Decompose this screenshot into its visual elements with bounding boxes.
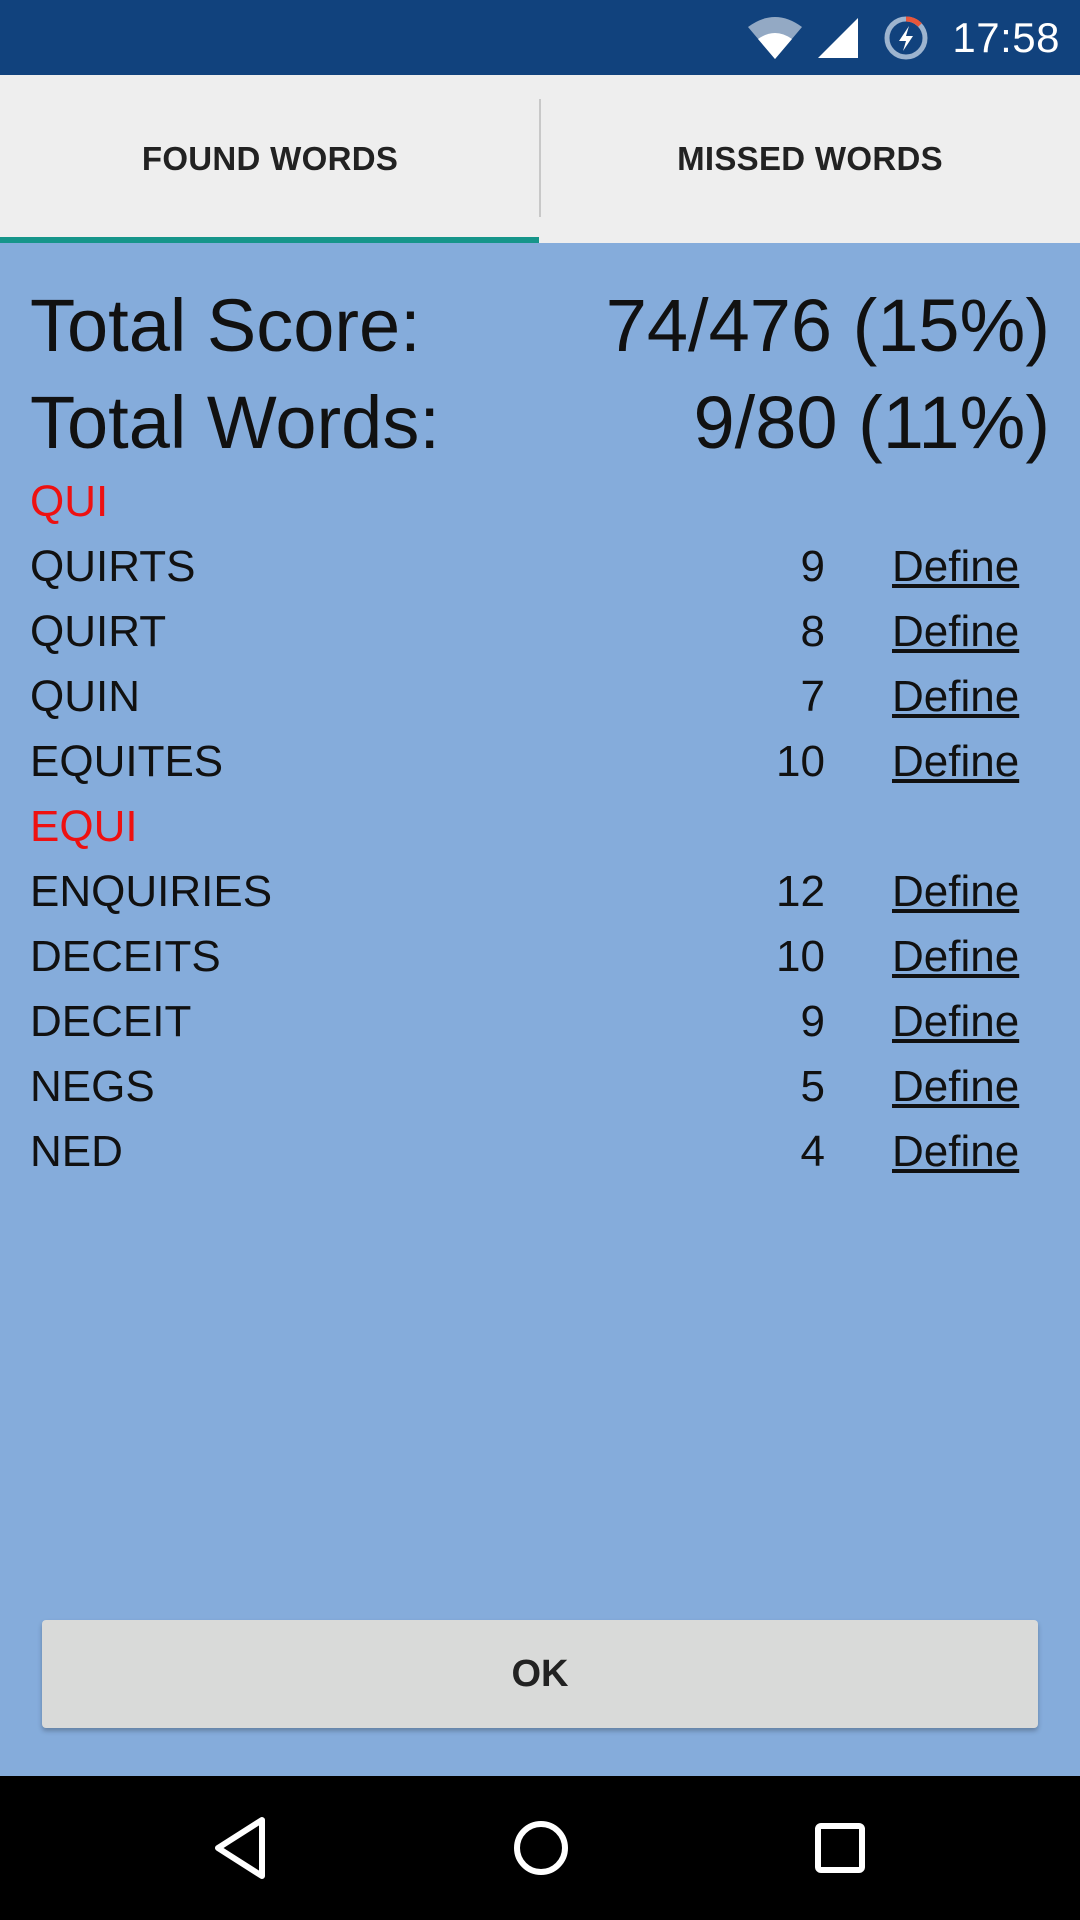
wifi-icon <box>746 15 804 61</box>
tab-bar: FOUND WORDS MISSED WORDS <box>0 75 1080 243</box>
tab-missed-words[interactable]: MISSED WORDS <box>540 75 1080 243</box>
list-item: ENQUIRIES 12 Define <box>30 859 1030 924</box>
word-text: QUIN <box>30 672 140 721</box>
list-item: EQUITES 10 Define <box>30 729 1030 794</box>
define-link[interactable]: Define <box>892 859 1019 924</box>
word-score: 9 <box>800 997 825 1046</box>
tab-label: MISSED WORDS <box>677 140 943 177</box>
cell-signal-icon <box>816 16 860 60</box>
list-item: DECEITS 10 Define <box>30 924 1030 989</box>
define-link[interactable]: Define <box>892 924 1019 989</box>
list-item: QUIRTS 9 Define <box>30 534 1030 599</box>
battery-saver-icon <box>882 14 930 62</box>
define-link[interactable]: Define <box>892 664 1019 729</box>
list-item: NEGS 5 Define <box>30 1054 1030 1119</box>
word-text: DECEITS <box>30 932 221 981</box>
word-text: NED <box>30 1127 123 1176</box>
group-heading: EQUI <box>30 802 138 851</box>
tab-label: FOUND WORDS <box>141 140 399 177</box>
word-score: 12 <box>776 867 825 916</box>
word-text: ENQUIRIES <box>30 867 273 916</box>
word-score: 7 <box>800 672 825 721</box>
status-icons: 17:58 <box>746 0 1060 75</box>
group-heading: QUI <box>30 477 109 526</box>
list-item: QUIN 7 Define <box>30 664 1030 729</box>
list-item: NED 4 Define <box>30 1119 1030 1184</box>
define-link[interactable]: Define <box>892 989 1019 1054</box>
define-link[interactable]: Define <box>892 599 1019 664</box>
status-bar: 17:58 <box>0 0 1080 75</box>
total-score-value: 74/476 (15%) <box>605 284 1050 367</box>
list-item: DECEIT 9 Define <box>30 989 1030 1054</box>
navigation-bar <box>0 1776 1080 1920</box>
tab-indicator <box>0 237 539 243</box>
home-icon[interactable] <box>505 1812 577 1889</box>
total-words-label: Total Words: <box>30 381 440 464</box>
define-link[interactable]: Define <box>892 729 1019 794</box>
total-score-row: Total Score: 74/476 (15%) <box>30 289 1050 363</box>
total-words-value: 9/80 (11%) <box>693 381 1051 464</box>
define-link[interactable]: Define <box>892 1119 1019 1184</box>
word-text: DECEIT <box>30 997 192 1046</box>
list-item: QUIRT 8 Define <box>30 599 1030 664</box>
recents-icon[interactable] <box>810 1812 870 1889</box>
word-score: 4 <box>800 1127 825 1176</box>
back-icon[interactable] <box>210 1812 270 1889</box>
word-text: QUIRTS <box>30 542 196 591</box>
word-score: 5 <box>800 1062 825 1111</box>
word-score: 9 <box>800 542 825 591</box>
ok-button[interactable]: OK <box>42 1620 1038 1728</box>
total-score-label: Total Score: <box>30 284 421 367</box>
define-link[interactable]: Define <box>892 1054 1019 1119</box>
define-link[interactable]: Define <box>892 534 1019 599</box>
word-score: 10 <box>776 737 825 786</box>
ok-button-label: OK <box>511 1652 569 1695</box>
word-score: 8 <box>800 607 825 656</box>
word-score: 10 <box>776 932 825 981</box>
tab-found-words[interactable]: FOUND WORDS <box>0 75 540 243</box>
word-text: NEGS <box>30 1062 155 1111</box>
word-text: EQUITES <box>30 737 224 786</box>
clock: 17:58 <box>952 13 1060 61</box>
tab-divider <box>539 99 541 217</box>
total-words-row: Total Words: 9/80 (11%) <box>30 386 1050 460</box>
word-text: QUIRT <box>30 607 167 656</box>
